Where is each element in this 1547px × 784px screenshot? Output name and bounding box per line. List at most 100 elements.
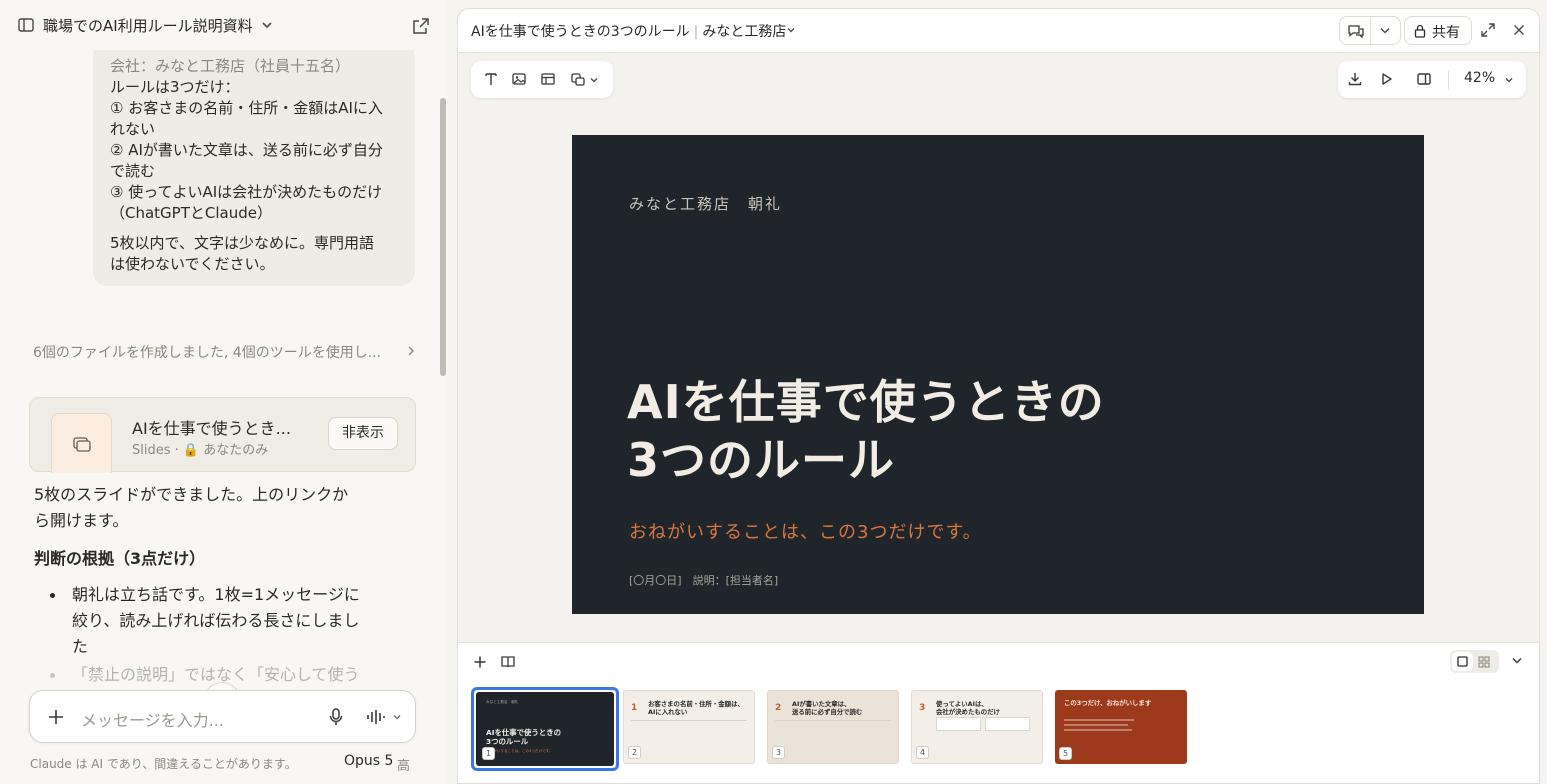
comments-icon[interactable] bbox=[1347, 23, 1365, 39]
slide-thumbnail[interactable]: この3つだけ、おねがいします 5 bbox=[1055, 690, 1187, 764]
artifact-header-title: AIを仕事で使うときの3つのルール | みなと工務店 bbox=[471, 24, 787, 40]
sidebar-toggle-icon[interactable] bbox=[16, 15, 36, 35]
thumb-card bbox=[985, 717, 1030, 731]
thumb-number: 5 bbox=[1059, 747, 1072, 760]
thumb-number: 1 bbox=[482, 747, 495, 760]
list-item-line: 朝礼は立ち話です。1枚=1メッセージに bbox=[72, 585, 360, 604]
thumb-title: 使ってよいAIは、 会社が決めたものだけ bbox=[936, 700, 1000, 716]
thumb-title: AIが書いた文章は、 送る前に必ず自分で読む bbox=[792, 700, 863, 716]
chevron-right-icon bbox=[408, 346, 414, 356]
voice-mode-icon[interactable] bbox=[365, 707, 385, 727]
thumb-title: お客さまの名前・住所・金額は、 AIに入れない bbox=[648, 700, 744, 716]
zoom-level[interactable]: 42% bbox=[1464, 70, 1495, 86]
user-message-line: れない bbox=[110, 120, 156, 138]
text-icon[interactable] bbox=[483, 71, 499, 87]
thumb-index: 3 bbox=[919, 703, 926, 713]
lock-icon bbox=[1414, 24, 1426, 38]
thumb-text-line bbox=[1064, 729, 1132, 731]
thumb-index: 1 bbox=[631, 703, 638, 713]
thumb-index: 2 bbox=[775, 703, 782, 713]
chat-scrollbar[interactable] bbox=[440, 98, 446, 376]
image-icon[interactable] bbox=[511, 71, 527, 87]
message-input[interactable]: メッセージを入力... bbox=[81, 707, 224, 731]
single-slide-icon bbox=[1457, 656, 1468, 667]
tool-usage-summary[interactable]: 6個のファイルを作成しました, 4個のツールを使用し... bbox=[33, 342, 414, 362]
thumb-kicker: みなと工務店 朝礼 bbox=[486, 700, 519, 704]
chat-scroll-area[interactable]: 会社：みなと工務店（社員十五名） ルールは3つだけ： ① お客さまの名前・住所・… bbox=[0, 50, 440, 690]
tool-summary-text: 6個のファイルを作成しました, 4個のツールを使用し... bbox=[33, 345, 382, 361]
open-external-icon[interactable] bbox=[410, 15, 432, 37]
workspace-name[interactable]: みなと工務店 bbox=[702, 24, 786, 40]
slide-title-line: AIを仕事で使うときの bbox=[627, 375, 1105, 429]
table-icon[interactable] bbox=[540, 71, 556, 87]
effort-level[interactable]: 高 bbox=[397, 755, 410, 774]
thumb-number: 2 bbox=[628, 746, 641, 759]
share-button[interactable]: 共有 bbox=[1404, 16, 1472, 45]
thumb-number: 4 bbox=[916, 746, 929, 759]
user-message-line: ② AIが書いた文章は、送る前に必ず自分 bbox=[110, 141, 383, 159]
play-icon[interactable] bbox=[1378, 71, 1394, 87]
thumb-title: AIを仕事で使うときの 3つのルール bbox=[486, 728, 561, 746]
slide-thumbnail[interactable]: 1 お客さまの名前・住所・金額は、 AIに入れない 2 bbox=[623, 690, 755, 764]
user-message-line: で読む bbox=[110, 162, 156, 180]
list-item: 朝礼は立ち話です。1枚=1メッセージに 絞り、読み上げれば伝わる長さにしまし た bbox=[50, 582, 392, 660]
slide-thumbnail[interactable]: 3 使ってよいAIは、 会社が決めたものだけ 4 bbox=[911, 690, 1043, 764]
share-label: 共有 bbox=[1432, 25, 1460, 41]
disclaimer: Claude は AI であり、間違えることがあります。 bbox=[30, 757, 297, 771]
slide-subtitle[interactable]: おねがいすることは、この3つだけです。 bbox=[629, 518, 982, 544]
thumb-divider bbox=[631, 720, 747, 721]
slide-meta[interactable]: [〇月〇日] 説明：[担当者名] bbox=[629, 572, 778, 588]
model-selector[interactable]: Opus 5 bbox=[344, 753, 393, 769]
response-heading: 判断の根拠（3点だけ） bbox=[34, 549, 206, 568]
artifact-title: AIを仕事で使うとき... bbox=[132, 419, 291, 438]
assistant-response: 5枚のスライドができました。上のリンクか ら開けます。 bbox=[34, 482, 384, 534]
chevron-down-icon[interactable] bbox=[1510, 655, 1524, 667]
artifact-panel: AIを仕事で使うときの3つのルール | みなと工務店 共有 42% みなと工務店… bbox=[457, 8, 1540, 784]
artifact-subtitle: Slides · 🔒 あなたのみ bbox=[132, 443, 269, 458]
single-view-button[interactable] bbox=[1452, 652, 1473, 671]
side-panel-icon[interactable] bbox=[1416, 71, 1432, 87]
view-toolbar: 42% bbox=[1338, 61, 1526, 98]
chevron-down-icon[interactable] bbox=[785, 24, 797, 36]
hide-artifact-button[interactable]: 非表示 bbox=[328, 417, 398, 450]
chevron-down-icon[interactable] bbox=[258, 16, 276, 34]
user-message-line: 会社：みなと工務店（社員十五名） bbox=[110, 57, 351, 75]
artifact-card[interactable]: AIを仕事で使うとき... Slides · 🔒 あなたのみ 非表示 bbox=[29, 397, 416, 473]
thumb-card bbox=[936, 717, 981, 731]
comments-group bbox=[1339, 16, 1401, 45]
shapes-icon[interactable] bbox=[570, 71, 586, 87]
download-icon[interactable] bbox=[1347, 71, 1363, 87]
user-message-line: ルールは3つだけ： bbox=[110, 78, 240, 96]
thumb-divider bbox=[775, 720, 891, 721]
thumb-text-line bbox=[1064, 724, 1128, 726]
presentation-title: AIを仕事で使うときの3つのルール bbox=[471, 24, 690, 40]
view-toggle bbox=[1450, 650, 1499, 673]
add-slide-icon[interactable] bbox=[472, 654, 488, 670]
conversation-title[interactable]: 職場でのAI利用ルール説明資料 bbox=[43, 15, 253, 36]
insert-toolbar bbox=[471, 61, 613, 98]
list-item-line: た bbox=[72, 637, 89, 656]
user-message-line: ③ 使ってよいAIは会社が決めたものだけ bbox=[110, 183, 383, 201]
expand-icon[interactable] bbox=[1480, 22, 1496, 38]
grid-view-icon[interactable] bbox=[1478, 656, 1490, 668]
chevron-down-icon[interactable] bbox=[588, 74, 600, 86]
message-composer[interactable]: メッセージを入力... bbox=[29, 690, 416, 743]
microphone-icon[interactable] bbox=[328, 707, 344, 727]
chevron-down-icon[interactable] bbox=[1378, 25, 1392, 37]
thumb-title: この3つだけ、おねがいします bbox=[1064, 699, 1152, 707]
slide-kicker[interactable]: みなと工務店 朝礼 bbox=[629, 193, 782, 214]
user-message-line: （ChatGPTとClaude） bbox=[110, 204, 272, 222]
close-icon[interactable] bbox=[1511, 22, 1527, 38]
slide-thumbnail[interactable]: みなと工務店 朝礼 AIを仕事で使うときの 3つのルール おねがいすることは、こ… bbox=[471, 687, 619, 771]
chevron-down-icon[interactable] bbox=[391, 711, 403, 723]
slide-title-line: 3つのルール bbox=[627, 433, 896, 487]
artifact-header: AIを仕事で使うときの3つのルール | みなと工務店 共有 bbox=[458, 9, 1539, 53]
speaker-notes-icon[interactable] bbox=[500, 654, 516, 670]
slide-canvas[interactable]: みなと工務店 朝礼 AIを仕事で使うときの 3つのルール おねがいすることは、こ… bbox=[572, 135, 1424, 614]
user-message-line: ① お客さまの名前・住所・金額はAIに入 bbox=[110, 99, 383, 117]
slide-thumbnail[interactable]: 2 AIが書いた文章は、 送る前に必ず自分で読む 3 bbox=[767, 690, 899, 764]
slide-title[interactable]: AIを仕事で使うときの 3つのルール bbox=[627, 373, 1105, 489]
chevron-down-icon[interactable] bbox=[1503, 74, 1515, 86]
slides-icon bbox=[73, 437, 91, 452]
plus-icon[interactable] bbox=[46, 707, 66, 727]
